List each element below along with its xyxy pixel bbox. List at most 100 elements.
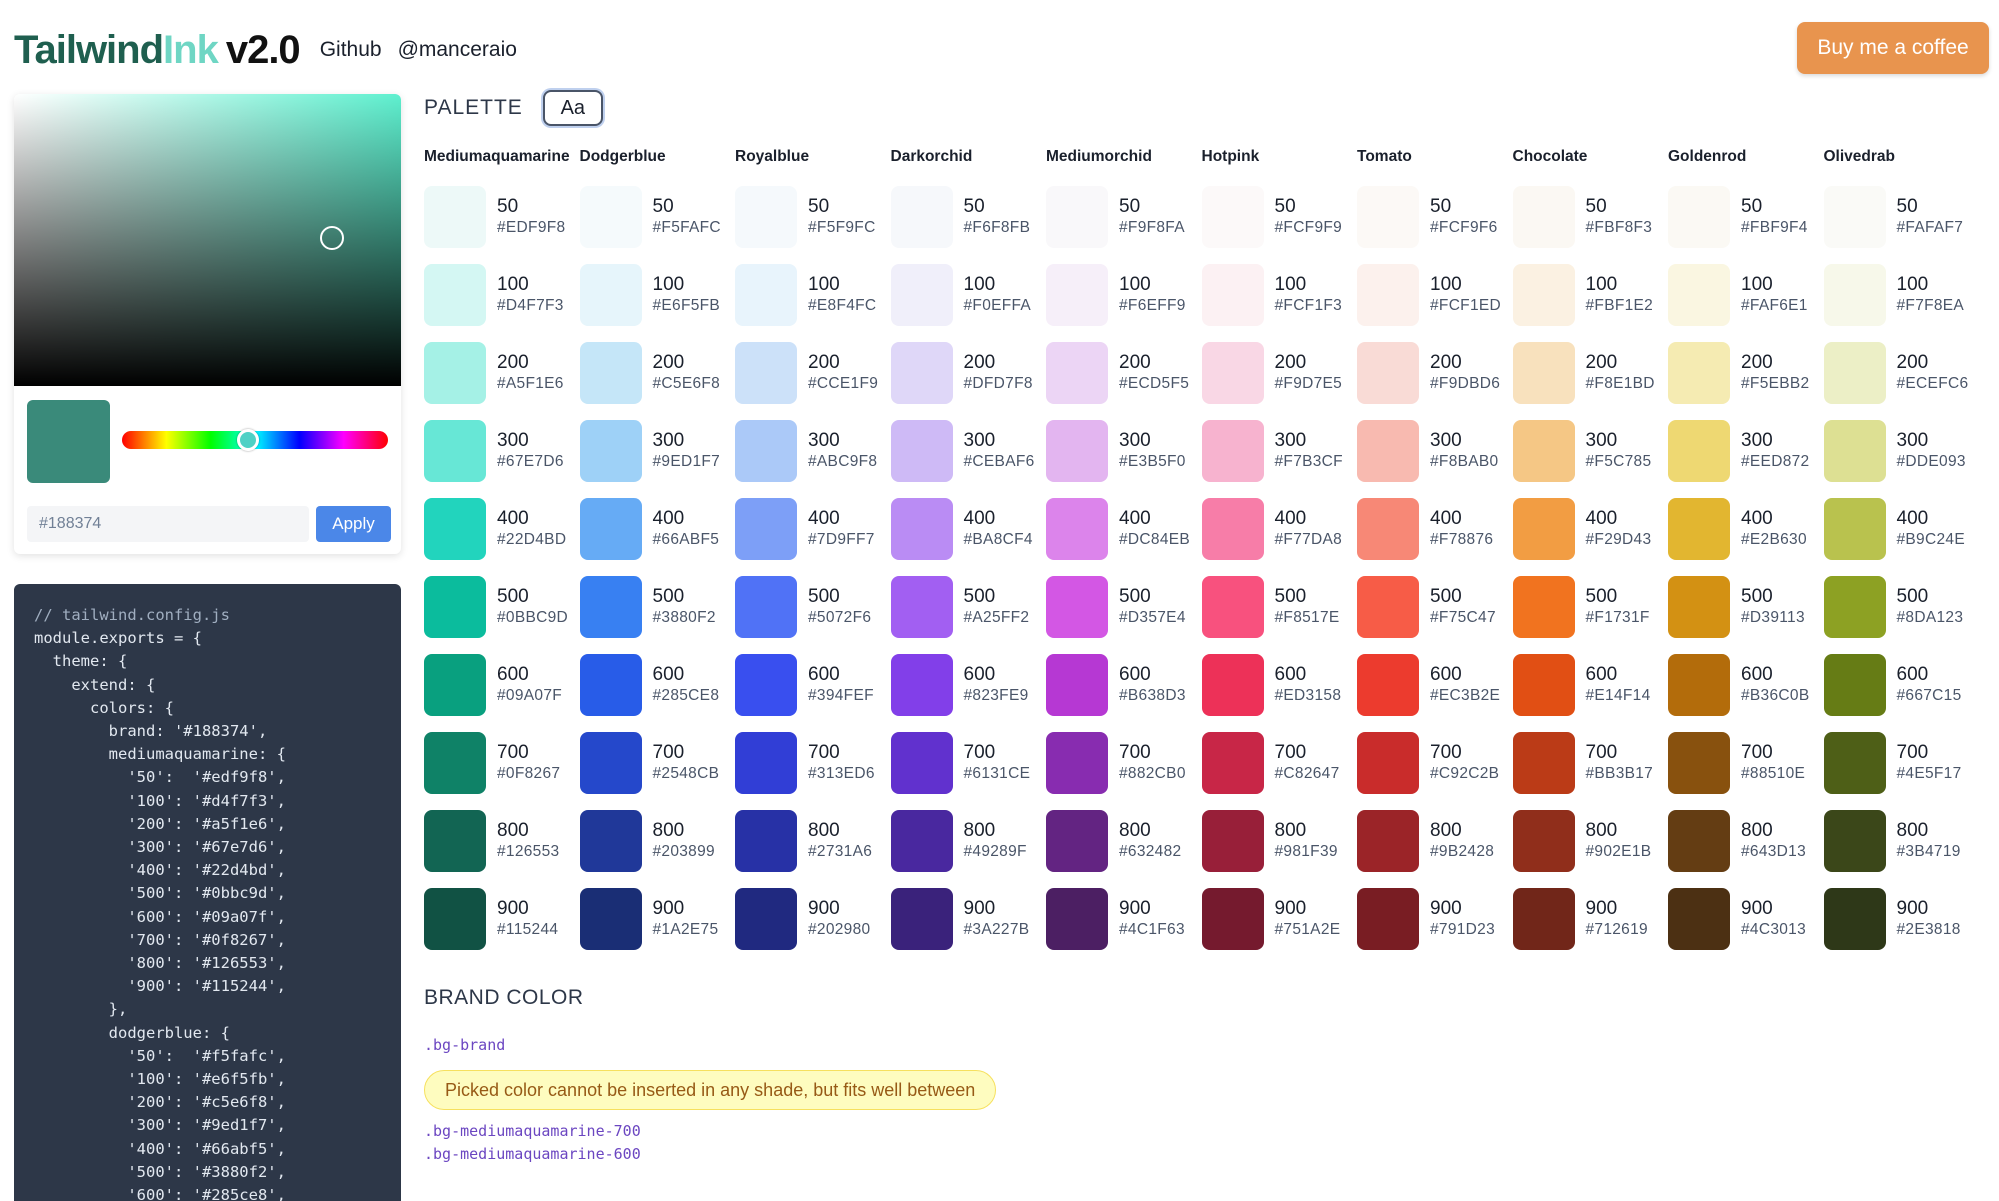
- color-chip[interactable]: [1668, 342, 1730, 404]
- color-chip[interactable]: [1823, 732, 1886, 794]
- shade-item[interactable]: 600 #667C15: [1823, 654, 1980, 732]
- color-chip[interactable]: [1823, 810, 1886, 872]
- author-link[interactable]: @manceraio: [398, 38, 517, 62]
- color-chip[interactable]: [890, 342, 953, 404]
- shade-item[interactable]: 50 #FAFAF7: [1823, 186, 1980, 264]
- color-chip[interactable]: [579, 264, 642, 326]
- shade-item[interactable]: 100 #FCF1F3: [1201, 264, 1358, 342]
- color-chip[interactable]: [1046, 342, 1108, 404]
- color-chip[interactable]: [735, 186, 797, 248]
- color-chip[interactable]: [1668, 654, 1730, 716]
- shade-item[interactable]: 300 #F7B3CF: [1201, 420, 1358, 498]
- color-chip[interactable]: [579, 888, 642, 950]
- shade-item[interactable]: 50 #F6F8FB: [890, 186, 1047, 264]
- color-chip[interactable]: [1668, 498, 1730, 560]
- color-chip[interactable]: [735, 810, 797, 872]
- shade-item[interactable]: 800 #203899: [579, 810, 736, 888]
- color-chip[interactable]: [1201, 498, 1264, 560]
- color-chip[interactable]: [1357, 654, 1419, 716]
- shade-item[interactable]: 50 #EDF9F8: [424, 186, 580, 264]
- color-chip[interactable]: [1046, 186, 1108, 248]
- color-chip[interactable]: [579, 732, 642, 794]
- shade-item[interactable]: 600 #B36C0B: [1668, 654, 1824, 732]
- color-chip[interactable]: [1201, 654, 1264, 716]
- shade-item[interactable]: 100 #D4F7F3: [424, 264, 580, 342]
- shade-item[interactable]: 800 #632482: [1046, 810, 1202, 888]
- color-chip[interactable]: [1668, 576, 1730, 638]
- color-chip[interactable]: [1046, 732, 1108, 794]
- shade-item[interactable]: 900 #115244: [424, 888, 580, 966]
- color-chip[interactable]: [1512, 342, 1575, 404]
- color-chip[interactable]: [735, 888, 797, 950]
- shade-item[interactable]: 50 #F5FAFC: [579, 186, 736, 264]
- shade-item[interactable]: 600 #394FEF: [735, 654, 891, 732]
- shade-item[interactable]: 200 #F9D7E5: [1201, 342, 1358, 420]
- shade-item[interactable]: 200 #F8E1BD: [1512, 342, 1669, 420]
- color-chip[interactable]: [1512, 498, 1575, 560]
- color-chip[interactable]: [424, 498, 486, 560]
- color-chip[interactable]: [1357, 888, 1419, 950]
- shade-item[interactable]: 300 #E3B5F0: [1046, 420, 1202, 498]
- shade-item[interactable]: 500 #A25FF2: [890, 576, 1047, 654]
- color-chip[interactable]: [1357, 810, 1419, 872]
- color-chip[interactable]: [890, 576, 953, 638]
- hue-slider-handle[interactable]: [237, 429, 259, 451]
- color-chip[interactable]: [1046, 888, 1108, 950]
- color-chip[interactable]: [735, 264, 797, 326]
- color-chip[interactable]: [1357, 732, 1419, 794]
- shade-item[interactable]: 400 #F77DA8: [1201, 498, 1358, 576]
- shade-item[interactable]: 50 #FBF8F3: [1512, 186, 1669, 264]
- shade-item[interactable]: 900 #4C3013: [1668, 888, 1824, 966]
- shade-item[interactable]: 700 #4E5F17: [1823, 732, 1980, 810]
- color-chip[interactable]: [1357, 186, 1419, 248]
- color-chip[interactable]: [890, 264, 953, 326]
- shade-item[interactable]: 900 #1A2E75: [579, 888, 736, 966]
- color-chip[interactable]: [735, 576, 797, 638]
- color-chip[interactable]: [735, 654, 797, 716]
- color-chip[interactable]: [1823, 888, 1886, 950]
- shade-item[interactable]: 50 #FCF9F6: [1357, 186, 1513, 264]
- color-chip[interactable]: [890, 732, 953, 794]
- color-chip[interactable]: [735, 732, 797, 794]
- color-chip[interactable]: [1512, 810, 1575, 872]
- buy-coffee-button[interactable]: Buy me a coffee: [1797, 22, 1989, 74]
- shade-item[interactable]: 600 #285CE8: [579, 654, 736, 732]
- color-chip[interactable]: [1357, 342, 1419, 404]
- color-chip[interactable]: [1512, 654, 1575, 716]
- color-chip[interactable]: [890, 654, 953, 716]
- shade-item[interactable]: 50 #F9F8FA: [1046, 186, 1202, 264]
- color-chip[interactable]: [579, 498, 642, 560]
- shade-item[interactable]: 800 #2731A6: [735, 810, 891, 888]
- shade-item[interactable]: 400 #BA8CF4: [890, 498, 1047, 576]
- shade-item[interactable]: 800 #981F39: [1201, 810, 1358, 888]
- shade-item[interactable]: 600 #E14F14: [1512, 654, 1669, 732]
- shade-item[interactable]: 300 #ABC9F8: [735, 420, 891, 498]
- color-chip[interactable]: [1201, 732, 1264, 794]
- color-chip[interactable]: [424, 342, 486, 404]
- color-chip[interactable]: [1357, 264, 1419, 326]
- shade-item[interactable]: 800 #126553: [424, 810, 580, 888]
- color-chip[interactable]: [735, 498, 797, 560]
- shade-item[interactable]: 800 #9B2428: [1357, 810, 1513, 888]
- shade-item[interactable]: 600 #823FE9: [890, 654, 1047, 732]
- shade-item[interactable]: 100 #F0EFFA: [890, 264, 1047, 342]
- shade-item[interactable]: 300 #9ED1F7: [579, 420, 736, 498]
- shade-item[interactable]: 900 #751A2E: [1201, 888, 1358, 966]
- color-chip[interactable]: [735, 342, 797, 404]
- shade-item[interactable]: 100 #FAF6E1: [1668, 264, 1824, 342]
- shade-item[interactable]: 100 #E8F4FC: [735, 264, 891, 342]
- color-chip[interactable]: [1201, 810, 1264, 872]
- shade-item[interactable]: 200 #CCE1F9: [735, 342, 891, 420]
- shade-item[interactable]: 500 #5072F6: [735, 576, 891, 654]
- color-chip[interactable]: [1668, 810, 1730, 872]
- shade-item[interactable]: 100 #F7F8EA: [1823, 264, 1980, 342]
- text-toggle-button[interactable]: Aa: [542, 90, 603, 126]
- shade-item[interactable]: 800 #643D13: [1668, 810, 1824, 888]
- color-chip[interactable]: [424, 186, 486, 248]
- color-chip[interactable]: [579, 186, 642, 248]
- shade-item[interactable]: 400 #7D9FF7: [735, 498, 891, 576]
- shade-item[interactable]: 300 #EED872: [1668, 420, 1824, 498]
- shade-item[interactable]: 500 #F8517E: [1201, 576, 1358, 654]
- shade-item[interactable]: 900 #791D23: [1357, 888, 1513, 966]
- color-chip[interactable]: [579, 654, 642, 716]
